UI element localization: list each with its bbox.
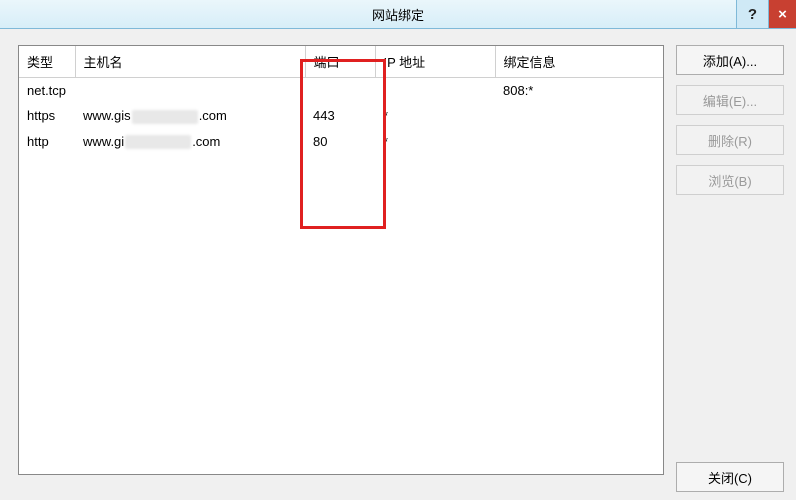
dialog-titlebar: 网站绑定 ? ×	[0, 0, 796, 29]
table-row[interactable]: net.tcp 808:*	[19, 78, 663, 104]
bindings-table-wrap: 类型 主机名 端口 IP 地址 绑定信息 net.tcp808:*httpsww…	[18, 45, 664, 475]
close-button[interactable]: 关闭(C)	[676, 462, 784, 492]
cell-port: 443	[305, 103, 375, 129]
bindings-table[interactable]: 类型 主机名 端口 IP 地址 绑定信息 net.tcp808:*httpsww…	[19, 46, 663, 154]
col-header-port[interactable]: 端口	[305, 46, 375, 78]
cell-ip: *	[375, 129, 495, 155]
remove-button: 删除(R)	[676, 125, 784, 155]
title-buttons: ? ×	[736, 0, 796, 28]
cell-ip	[375, 78, 495, 104]
col-header-bind[interactable]: 绑定信息	[495, 46, 663, 78]
close-row: 关闭(C)	[676, 462, 784, 492]
table-row[interactable]: httpswww.gis.com443*	[19, 103, 663, 129]
cell-type: http	[19, 129, 75, 155]
side-buttons: 添加(A)... 编辑(E)... 删除(R) 浏览(B)	[676, 45, 784, 475]
cell-host	[75, 78, 305, 104]
dialog-body: 类型 主机名 端口 IP 地址 绑定信息 net.tcp808:*httpsww…	[0, 29, 796, 500]
cell-ip: *	[375, 103, 495, 129]
col-header-host[interactable]: 主机名	[75, 46, 305, 78]
add-button[interactable]: 添加(A)...	[676, 45, 784, 75]
browse-button: 浏览(B)	[676, 165, 784, 195]
cell-host: www.gis.com	[75, 103, 305, 129]
cell-port	[305, 78, 375, 104]
censored-segment	[132, 110, 198, 124]
help-button[interactable]: ?	[736, 0, 768, 28]
cell-bind	[495, 103, 663, 129]
col-header-ip[interactable]: IP 地址	[375, 46, 495, 78]
censored-segment	[125, 135, 191, 149]
window-close-button[interactable]: ×	[768, 0, 796, 28]
content-area: 类型 主机名 端口 IP 地址 绑定信息 net.tcp808:*httpsww…	[18, 45, 784, 475]
table-header-row: 类型 主机名 端口 IP 地址 绑定信息	[19, 46, 663, 78]
cell-host: www.gi.com	[75, 129, 305, 155]
cell-type: net.tcp	[19, 78, 75, 104]
cell-port: 80	[305, 129, 375, 155]
cell-bind: 808:*	[495, 78, 663, 104]
dialog-title: 网站绑定	[372, 5, 424, 24]
cell-type: https	[19, 103, 75, 129]
table-row[interactable]: httpwww.gi.com80*	[19, 129, 663, 155]
edit-button: 编辑(E)...	[676, 85, 784, 115]
cell-bind	[495, 129, 663, 155]
col-header-type[interactable]: 类型	[19, 46, 75, 78]
